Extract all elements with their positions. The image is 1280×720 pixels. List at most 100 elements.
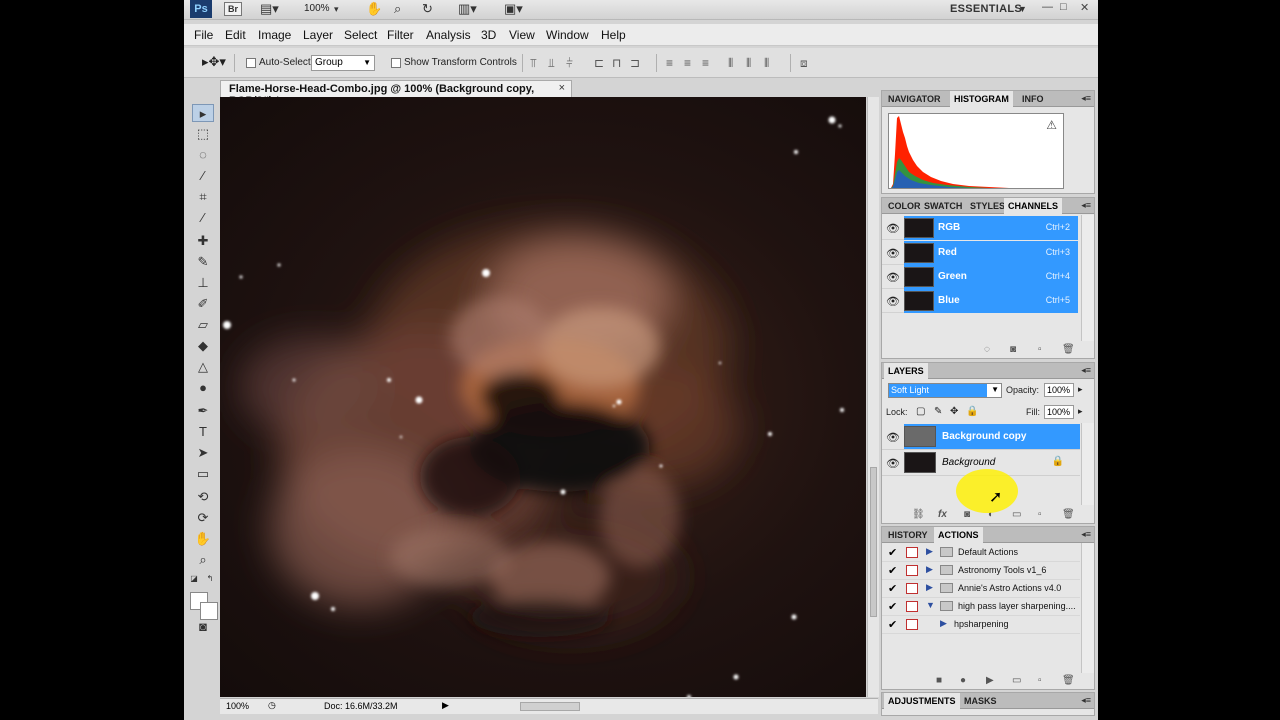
- lock-all-icon[interactable]: 🔒: [966, 406, 978, 417]
- menu-image[interactable]: Image: [258, 28, 291, 42]
- tab-adjustments[interactable]: ADJUSTMENTS: [884, 693, 960, 709]
- default-colors-icon[interactable]: ◪: [188, 570, 200, 588]
- rotate-view-icon[interactable]: ↻: [422, 1, 433, 17]
- new-group-icon[interactable]: ▭: [1012, 509, 1021, 520]
- blend-mode-dropdown[interactable]: Soft Light ▼: [888, 383, 1002, 398]
- checkmark-icon[interactable]: ✔: [888, 618, 897, 631]
- type-tool-icon[interactable]: T: [192, 423, 214, 441]
- action-row[interactable]: ✔ ▶ hpsharpening: [882, 616, 1080, 634]
- status-menu-arrow-icon[interactable]: ▶: [442, 700, 449, 711]
- lock-transparent-icon[interactable]: ▢: [916, 406, 925, 417]
- eye-icon[interactable]: 👁: [886, 247, 900, 260]
- fill-input[interactable]: 100%: [1044, 405, 1074, 419]
- menu-edit[interactable]: Edit: [225, 28, 246, 42]
- play-icon[interactable]: ▶: [986, 675, 994, 686]
- new-action-icon[interactable]: ▫: [1038, 675, 1042, 686]
- collapse-icon[interactable]: ▼: [926, 600, 935, 610]
- status-info-icon[interactable]: ◷: [268, 700, 276, 711]
- path-selection-tool-icon[interactable]: ➤: [192, 444, 214, 462]
- new-channel-icon[interactable]: ▫: [1038, 344, 1042, 355]
- load-selection-icon[interactable]: ◌: [984, 344, 990, 355]
- panel-menu-icon[interactable]: ◂≡: [1081, 529, 1091, 540]
- align-right-icon[interactable]: ⊐: [630, 56, 640, 70]
- delete-layer-icon[interactable]: 🗑: [1062, 509, 1075, 520]
- arrange-documents-icon[interactable]: ▥▾: [458, 1, 477, 17]
- opacity-slider-arrow-icon[interactable]: ▸: [1078, 384, 1083, 395]
- distribute-left-icon[interactable]: ⦀: [728, 56, 733, 71]
- channel-row[interactable]: 👁 Red Ctrl+3: [882, 241, 1078, 265]
- workspace-switcher[interactable]: ESSENTIALS: [950, 3, 1022, 15]
- channel-row[interactable]: 👁 Green Ctrl+4: [882, 265, 1078, 289]
- marquee-tool-icon[interactable]: ⬚: [192, 125, 214, 143]
- bridge-button[interactable]: Br: [224, 2, 242, 16]
- tab-swatches[interactable]: SWATCH: [920, 198, 966, 214]
- dialog-toggle-icon[interactable]: [906, 601, 918, 612]
- zoom-tool-icon[interactable]: ⌕: [394, 1, 401, 17]
- expand-icon[interactable]: ▶: [926, 582, 933, 593]
- panel-menu-icon[interactable]: ◂≡: [1081, 93, 1091, 104]
- action-set-row[interactable]: ✔ ▶ Default Actions: [882, 544, 1080, 562]
- dialog-toggle-icon[interactable]: [906, 583, 918, 594]
- move-tool-preset-icon[interactable]: ▸✥▾: [202, 54, 226, 70]
- panel-menu-icon[interactable]: ◂≡: [1081, 365, 1091, 376]
- quick-mask-icon[interactable]: ◙: [192, 618, 214, 636]
- layer-style-icon[interactable]: fx: [938, 509, 947, 520]
- horizontal-scrollbar-thumb[interactable]: [520, 702, 580, 711]
- zoom-dropdown-icon[interactable]: ▾: [334, 1, 339, 17]
- menu-3d[interactable]: 3D: [481, 28, 496, 42]
- align-top-icon[interactable]: ⫪: [530, 56, 537, 71]
- layer-row[interactable]: 👁 Background copy: [882, 424, 1080, 450]
- align-left-icon[interactable]: ⊏: [594, 56, 604, 70]
- channel-row[interactable]: 👁 RGB Ctrl+2: [882, 216, 1078, 240]
- 3d-rotate-tool-icon[interactable]: ⟲: [192, 488, 214, 506]
- expand-icon[interactable]: ▶: [926, 564, 933, 575]
- lasso-tool-icon[interactable]: ◌: [192, 146, 214, 164]
- opacity-input[interactable]: 100%: [1044, 383, 1074, 397]
- menu-view[interactable]: View: [509, 28, 535, 42]
- 3d-orbit-tool-icon[interactable]: ⟳: [192, 509, 214, 527]
- menu-select[interactable]: Select: [344, 28, 377, 42]
- tab-info[interactable]: INFO: [1018, 91, 1048, 107]
- dialog-toggle-icon[interactable]: [906, 619, 918, 630]
- channel-row[interactable]: 👁 Blue Ctrl+5: [882, 289, 1078, 313]
- auto-align-layers-icon[interactable]: ⧈: [800, 56, 808, 71]
- record-icon[interactable]: ●: [960, 675, 966, 686]
- menu-analysis[interactable]: Analysis: [426, 28, 471, 42]
- hand-tool-icon[interactable]: ✋: [366, 1, 382, 17]
- tab-actions[interactable]: ACTIONS: [934, 527, 983, 543]
- menu-help[interactable]: Help: [601, 28, 626, 42]
- show-transform-checkbox[interactable]: [391, 58, 401, 68]
- add-mask-icon[interactable]: ◙: [964, 509, 970, 520]
- channels-scrollbar[interactable]: [1081, 215, 1094, 341]
- shape-tool-icon[interactable]: ▭: [192, 465, 214, 483]
- action-set-row[interactable]: ✔ ▼ high pass layer sharpening....: [882, 598, 1080, 616]
- blur-tool-icon[interactable]: △: [192, 358, 214, 376]
- eye-icon[interactable]: 👁: [886, 457, 900, 470]
- delete-action-icon[interactable]: 🗑: [1062, 675, 1075, 686]
- cache-warning-icon[interactable]: ⚠: [1046, 118, 1057, 132]
- brush-tool-icon[interactable]: ✎: [192, 253, 214, 271]
- menu-window[interactable]: Window: [546, 28, 589, 42]
- layer-name[interactable]: Background copy: [942, 431, 1026, 442]
- panel-menu-icon[interactable]: ◂≡: [1081, 200, 1091, 211]
- tab-history[interactable]: HISTORY: [884, 527, 932, 543]
- new-layer-icon[interactable]: ▫: [1038, 509, 1042, 520]
- expand-icon[interactable]: ▶: [940, 618, 947, 629]
- layers-scrollbar[interactable]: [1081, 423, 1094, 505]
- status-zoom[interactable]: 100%: [226, 701, 249, 711]
- zoom-tool-icon[interactable]: ⌕: [192, 551, 214, 569]
- new-set-icon[interactable]: ▭: [1012, 675, 1021, 686]
- action-set-row[interactable]: ✔ ▶ Astronomy Tools v1_6: [882, 562, 1080, 580]
- expand-icon[interactable]: ▶: [926, 546, 933, 557]
- dialog-toggle-icon[interactable]: [906, 565, 918, 576]
- paint-bucket-tool-icon[interactable]: ◆: [192, 337, 214, 355]
- eyedropper-tool-icon[interactable]: ⁄: [192, 209, 214, 227]
- checkmark-icon[interactable]: ✔: [888, 564, 897, 577]
- eye-icon[interactable]: 👁: [886, 431, 900, 444]
- layer-name[interactable]: Background: [942, 457, 995, 468]
- checkmark-icon[interactable]: ✔: [888, 546, 897, 559]
- quick-selection-tool-icon[interactable]: ⁄: [192, 167, 214, 185]
- minimize-button[interactable]: —: [1042, 1, 1053, 13]
- crop-tool-icon[interactable]: ⌗: [192, 188, 214, 206]
- hand-tool-icon[interactable]: ✋: [192, 530, 214, 548]
